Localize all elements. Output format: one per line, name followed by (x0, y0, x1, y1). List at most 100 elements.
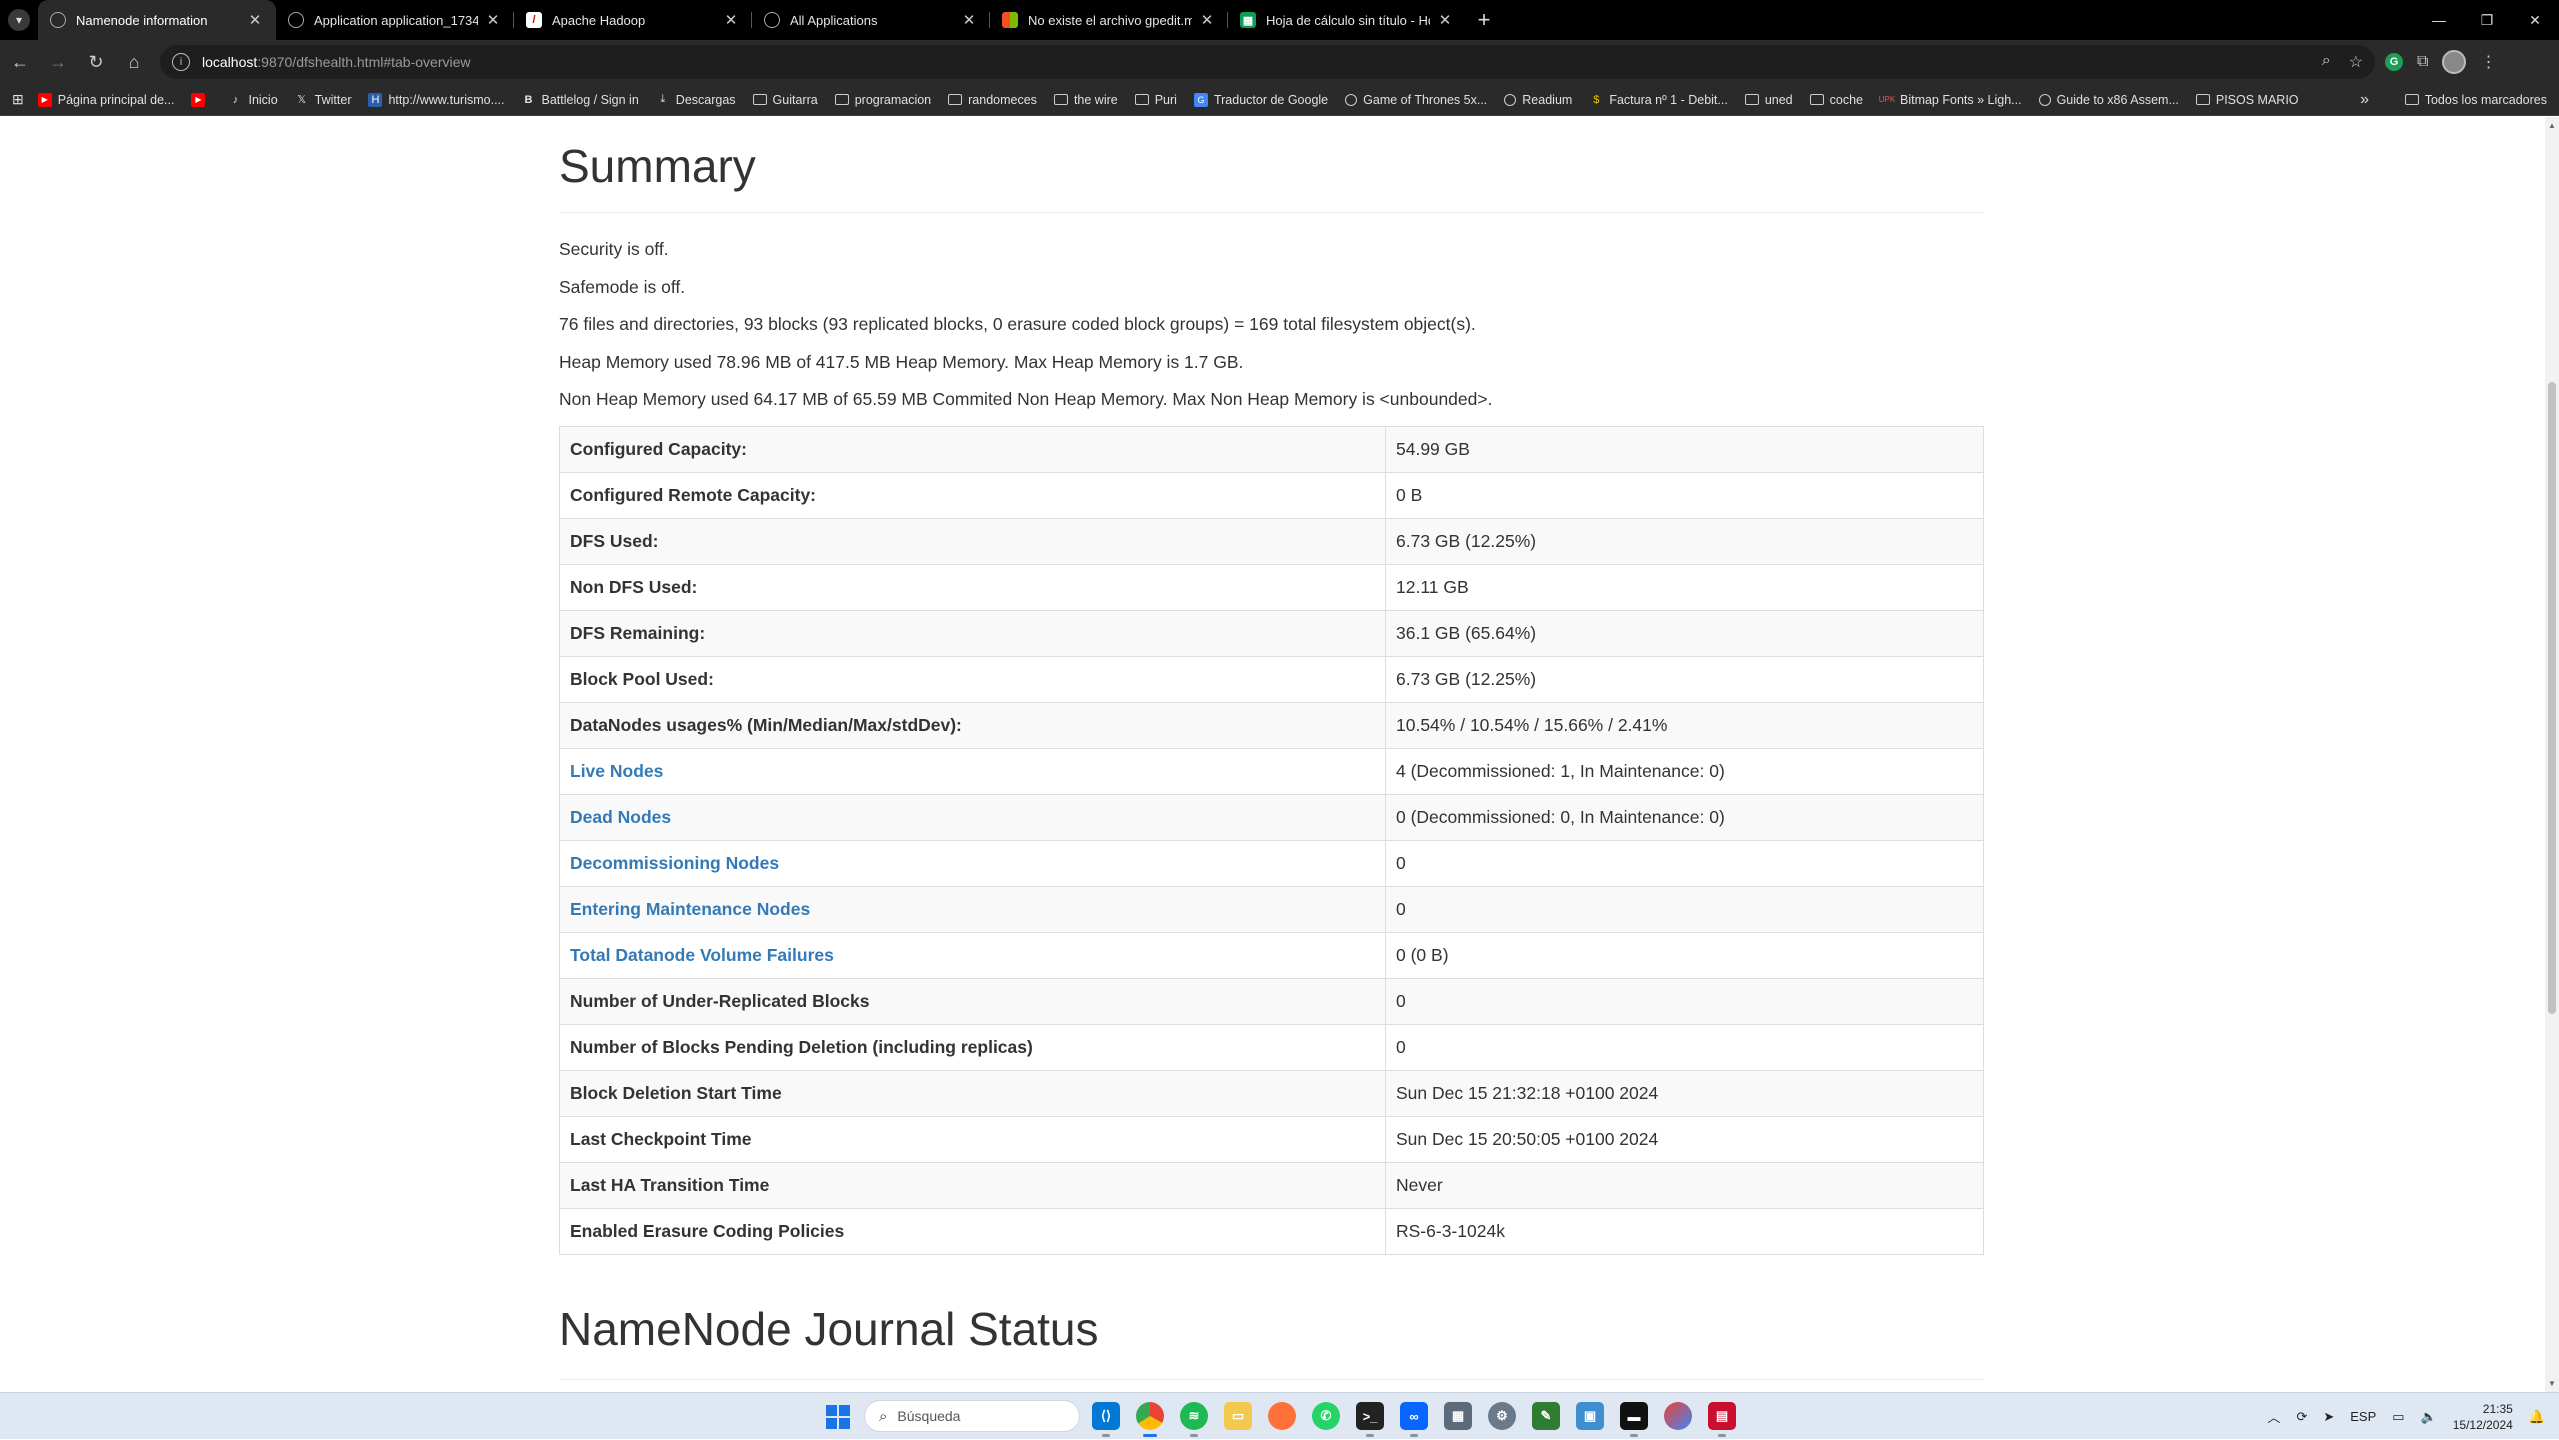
address-bar[interactable]: i localhost:9870/dfshealth.html#tab-over… (160, 45, 2375, 79)
network-icon[interactable]: ▭ (2392, 1409, 2404, 1425)
zoom-icon[interactable]: ⌕ (2322, 52, 2331, 72)
bookmark-folder-randomeces[interactable]: randomeces (948, 93, 1037, 107)
file-explorer-icon[interactable]: ▭ (1224, 1402, 1252, 1430)
vertical-scrollbar[interactable]: ▲ ▼ (2545, 117, 2559, 1392)
bookmark-folder-pisos-mario[interactable]: PISOS MARIO (2195, 93, 2299, 107)
all-bookmarks-button[interactable]: Todos los marcadores (2404, 93, 2547, 107)
table-key: Last HA Transition Time (559, 1162, 1386, 1209)
home-button[interactable]: ⌂ (116, 44, 152, 80)
spotify-icon[interactable]: ≋ (1180, 1402, 1208, 1437)
table-link-key[interactable]: Total Datanode Volume Failures (559, 932, 1386, 979)
chevron-up-icon[interactable]: ︿ (2267, 1407, 2280, 1426)
bookmark-folder-coche[interactable]: coche (1809, 93, 1863, 107)
close-icon[interactable]: ✕ (484, 11, 502, 29)
globe-icon (1504, 93, 1517, 106)
dollar-icon: $ (1593, 93, 1600, 106)
grammarly-extension-icon[interactable]: G (2385, 53, 2403, 71)
tab-search-button[interactable]: ▾ (0, 0, 38, 40)
bookmark-got[interactable]: Game of Thrones 5x... (1345, 93, 1487, 107)
console-icon[interactable]: ▬ (1620, 1402, 1648, 1437)
table-link-key[interactable]: Entering Maintenance Nodes (559, 886, 1386, 933)
bookmark-x86[interactable]: Guide to x86 Assem... (2038, 93, 2179, 107)
folder-icon (1809, 94, 1824, 105)
language-indicator[interactable]: ESP (2350, 1409, 2376, 1424)
folder-icon (1134, 94, 1149, 105)
notifications-icon[interactable]: 🔔 (2529, 1409, 2545, 1425)
browser-app-icon[interactable] (1664, 1402, 1692, 1430)
table-row: DFS Remaining: 36.1 GB (65.64%) (559, 610, 1984, 657)
table-link-key[interactable]: Live Nodes (559, 748, 1386, 795)
bookmark-turismo[interactable]: Hhttp://www.turismo.... (368, 92, 505, 107)
scroll-up-icon[interactable]: ▲ (2548, 121, 2556, 130)
close-icon[interactable]: ✕ (246, 11, 264, 29)
vscode-icon[interactable]: ⟨⟩ (1092, 1402, 1120, 1437)
bookmark-readium[interactable]: Readium (1504, 93, 1572, 107)
firefox-icon[interactable] (1268, 1402, 1296, 1430)
bookmark-folder-guitarra[interactable]: Guitarra (752, 93, 818, 107)
bookmark-folder-the-wire[interactable]: the wire (1053, 93, 1118, 107)
calculator-icon[interactable]: ▦ (1444, 1402, 1472, 1430)
bookmark-battlelog[interactable]: B Battlelog / Sign in (522, 93, 639, 107)
forward-button[interactable]: → (40, 44, 76, 80)
table-link-key[interactable]: Decommissioning Nodes (559, 840, 1386, 887)
back-button[interactable]: ← (2, 44, 38, 80)
app-green-icon[interactable]: ✎ (1532, 1402, 1560, 1430)
sheets-icon: ▦ (1240, 12, 1256, 28)
whatsapp-icon[interactable]: ✆ (1312, 1402, 1340, 1430)
table-value: 6.73 GB (12.25%) (1385, 656, 1984, 703)
chevron-down-icon: ▾ (8, 9, 30, 31)
settings-gear-icon[interactable]: ⚙ (1488, 1402, 1516, 1430)
close-window-button[interactable]: ✕ (2511, 0, 2559, 40)
tab-spreadsheet[interactable]: ▦ Hoja de cálculo sin título - Hoja ✕ (1228, 0, 1466, 40)
remote-desktop-icon[interactable]: ▣ (1576, 1402, 1604, 1430)
chrome-icon[interactable] (1136, 1402, 1164, 1437)
tab-all-applications[interactable]: All Applications ✕ (752, 0, 990, 40)
bookmark-folder-programacion[interactable]: programacion (834, 93, 931, 107)
new-tab-button[interactable]: + (1466, 0, 1502, 40)
bookmark-youtube-2[interactable]: ▶ (191, 92, 211, 107)
bookmark-twitter[interactable]: 𝕏 Twitter (295, 93, 351, 107)
windows-start-icon[interactable] (826, 1405, 850, 1429)
restore-button[interactable]: ❐ (2463, 0, 2511, 40)
bookmark-translate[interactable]: G Traductor de Google (1193, 92, 1328, 107)
menu-kebab-icon[interactable]: ⋮ (2480, 52, 2496, 72)
close-icon[interactable]: ✕ (1198, 11, 1216, 29)
volume-icon[interactable]: 🔈 (2421, 1409, 2437, 1425)
extensions-icon[interactable]: ⧉ (2417, 53, 2428, 71)
reload-button[interactable]: ↻ (78, 44, 114, 80)
taskbar-search[interactable]: ⌕ Búsqueda (864, 1400, 1080, 1432)
windows-icon (1002, 12, 1018, 28)
bookmark-factura[interactable]: $ Factura nº 1 - Debit... (1589, 93, 1728, 107)
scrollbar-thumb[interactable] (2548, 382, 2556, 1014)
close-icon[interactable]: ✕ (1436, 11, 1454, 29)
chevron-double-right-icon[interactable]: » (2360, 91, 2369, 109)
app-red-icon[interactable]: ▤ (1708, 1402, 1736, 1437)
table-row: Total Datanode Volume Failures 0 (0 B) (559, 932, 1984, 979)
bookmark-star-icon[interactable]: ☆ (2349, 52, 2363, 72)
bookmark-folder-uned[interactable]: uned (1744, 93, 1793, 107)
scroll-down-icon[interactable]: ▼ (2548, 1379, 2556, 1388)
site-info-icon[interactable]: i (172, 53, 190, 71)
meta-icon[interactable]: ∞ (1400, 1402, 1428, 1437)
bookmark-bitmap-fonts[interactable]: UPK Bitmap Fonts » Ligh... (1879, 93, 2022, 107)
profile-avatar[interactable] (2442, 50, 2467, 74)
tab-namenode-information[interactable]: Namenode information ✕ (38, 0, 276, 40)
close-icon[interactable]: ✕ (960, 11, 978, 29)
clock[interactable]: 21:35 15/12/2024 (2453, 1401, 2513, 1433)
bookmark-folder-puri[interactable]: Puri (1134, 93, 1177, 107)
minimize-button[interactable]: — (2415, 0, 2463, 40)
table-link-key[interactable]: Dead Nodes (559, 794, 1386, 841)
table-row: Enabled Erasure Coding Policies RS-6-3-10… (559, 1208, 1984, 1255)
tab-gpedit[interactable]: No existe el archivo gpedit.msc ✕ (990, 0, 1228, 40)
bookmark-youtube[interactable]: ▶ Página principal de... (37, 92, 174, 107)
location-icon[interactable]: ➤ (2323, 1409, 2334, 1425)
sync-icon[interactable]: ⟳ (2296, 1409, 2307, 1425)
tab-apache-hadoop[interactable]: / Apache Hadoop ✕ (514, 0, 752, 40)
tab-strip: ▾ Namenode information ✕ Application app… (0, 0, 2559, 40)
close-icon[interactable]: ✕ (722, 11, 740, 29)
terminal-icon[interactable]: >_ (1356, 1402, 1384, 1437)
tab-application[interactable]: Application application_173428 ✕ (276, 0, 514, 40)
apps-grid-icon[interactable]: ⊞ (12, 91, 24, 108)
bookmark-descargas[interactable]: ⤓ Descargas (656, 93, 735, 107)
bookmark-inicio[interactable]: ♪ Inicio (228, 93, 278, 107)
